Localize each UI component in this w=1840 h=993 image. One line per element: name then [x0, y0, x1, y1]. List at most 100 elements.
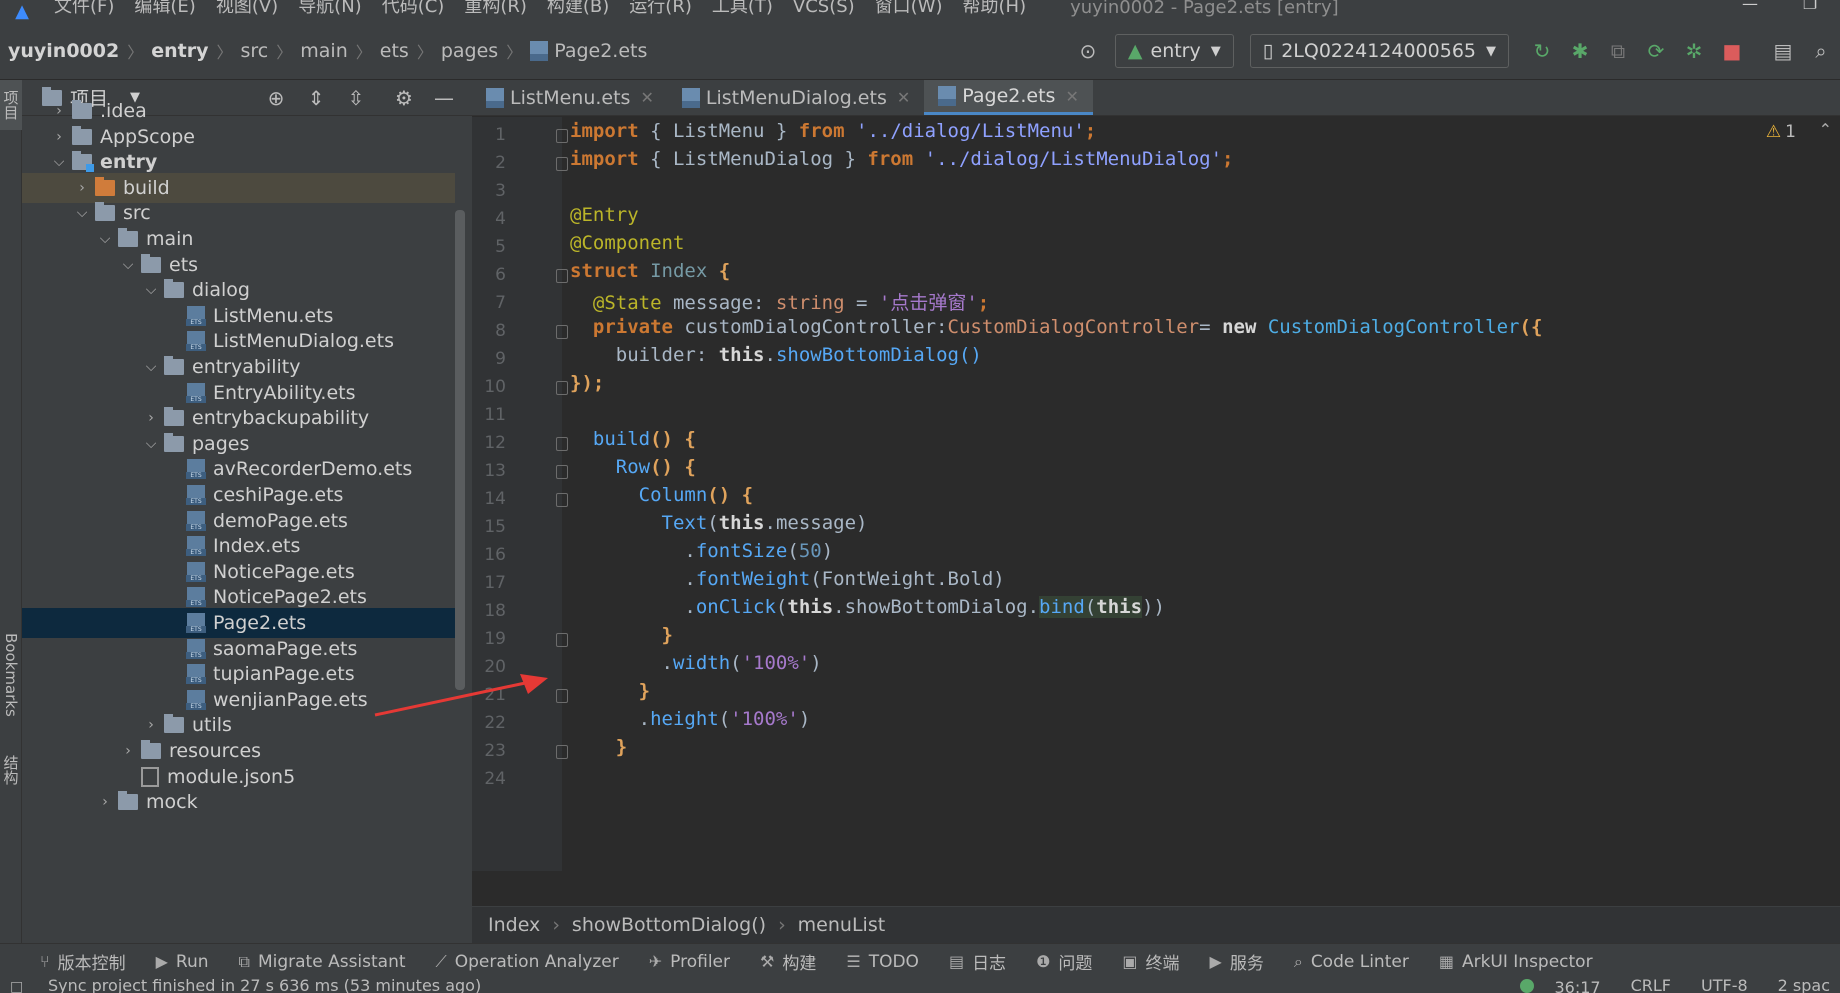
- tool-terminal[interactable]: ▣ 终端: [1122, 949, 1179, 974]
- line-separator[interactable]: CRLF: [1631, 979, 1671, 993]
- caret-position[interactable]: 36:17: [1554, 979, 1600, 993]
- list-icon: ☰: [846, 952, 861, 971]
- close-icon[interactable]: ✕: [897, 88, 910, 107]
- chevron-right-icon[interactable]: ›: [138, 410, 164, 426]
- fold-marker-icon[interactable]: [556, 129, 568, 143]
- breadcrumb-src[interactable]: src: [241, 40, 269, 62]
- tool-migrate-assistant[interactable]: ⧉ Migrate Assistant: [239, 952, 406, 972]
- tool-log[interactable]: ▤ 日志: [949, 949, 1006, 974]
- menu-navigate[interactable]: 导航(N): [288, 0, 372, 16]
- menu-view[interactable]: 视图(V): [206, 0, 288, 16]
- chevron-down-icon[interactable]: ⌵: [138, 359, 164, 375]
- menu-vcs[interactable]: VCS(S): [783, 0, 865, 16]
- tool-operation-analyzer[interactable]: ⟋ Operation Analyzer: [436, 952, 619, 972]
- chevron-down-icon[interactable]: ⌵: [46, 154, 72, 170]
- chevron-down-icon[interactable]: ⌵: [138, 282, 164, 298]
- fold-marker-icon[interactable]: [556, 465, 568, 479]
- chevron-down-icon[interactable]: ⌵: [115, 257, 141, 273]
- restore-icon[interactable]: ❐: [1780, 0, 1840, 13]
- tool-vcs[interactable]: ⑂ 版本控制: [40, 949, 126, 974]
- breadcrumb-ets[interactable]: ets: [380, 40, 409, 62]
- tool-build[interactable]: ⚒ 构建: [760, 949, 816, 974]
- tab-listmenu[interactable]: ListMenu.ets ✕: [472, 80, 668, 115]
- breadcrumb-file[interactable]: Page2.ets: [554, 40, 647, 62]
- tree-scrollbar[interactable]: [455, 210, 465, 690]
- menu-build[interactable]: 构建(B): [537, 0, 619, 16]
- code-breadcrumb-item[interactable]: showBottomDialog(): [572, 914, 766, 936]
- menu-edit[interactable]: 编辑(E): [124, 0, 205, 16]
- tool-arkui-inspector[interactable]: ▦ ArkUI Inspector: [1439, 952, 1593, 972]
- menu-window[interactable]: 窗口(W): [865, 0, 953, 16]
- breadcrumb-main[interactable]: main: [300, 40, 347, 62]
- menu-help[interactable]: 帮助(H): [953, 0, 1037, 16]
- structure-tool-tab[interactable]: 结构: [0, 740, 22, 800]
- chevron-down-icon[interactable]: ⌵: [92, 231, 118, 247]
- fold-marker-icon[interactable]: [556, 157, 568, 171]
- chevron-down-icon[interactable]: ⌵: [138, 436, 164, 452]
- chevron-right-icon[interactable]: ›: [92, 794, 118, 810]
- project-panel: 项目 ▼ ⊕ ⇕ ⇳ ⚙ — › .idea › AppScope ⌵ entry › bui…: [22, 80, 472, 943]
- file-encoding[interactable]: UTF-8: [1701, 979, 1748, 993]
- fold-marker-icon[interactable]: [556, 269, 568, 283]
- tool-problems[interactable]: ❶ 问题: [1036, 949, 1092, 974]
- fold-marker-icon[interactable]: [556, 325, 568, 339]
- app-logo-icon: ▲: [15, 0, 29, 22]
- tab-page2[interactable]: Page2.ets ✕: [924, 80, 1093, 115]
- chevron-right-icon[interactable]: ›: [115, 743, 141, 759]
- code-breadcrumb-item[interactable]: menuList: [798, 914, 886, 936]
- warning-indicator[interactable]: ⚠ 1: [1766, 122, 1796, 142]
- tree-item-label: ceshiPage.ets: [213, 484, 344, 506]
- chevron-right-icon[interactable]: ›: [138, 717, 164, 733]
- debug-attach-icon[interactable]: ✲: [1676, 33, 1712, 69]
- layout-icon[interactable]: □: [10, 979, 23, 993]
- tool-run[interactable]: ▶ Run: [156, 952, 209, 972]
- fold-marker-icon[interactable]: [556, 745, 568, 759]
- folder-icon: [72, 100, 92, 119]
- chevron-right-icon[interactable]: ›: [46, 103, 72, 119]
- tree-item-label: pages: [192, 432, 250, 455]
- indent-setting[interactable]: 2 spac: [1778, 979, 1830, 993]
- rerun-icon[interactable]: ↻: [1524, 33, 1560, 69]
- code-breadcrumb-item[interactable]: Index: [488, 914, 540, 936]
- debug-icon[interactable]: ✱: [1562, 33, 1598, 69]
- tree-item[interactable]: › mock: [22, 787, 472, 817]
- status-message[interactable]: Sync project finished in 27 s 636 ms (53…: [48, 979, 481, 993]
- fold-marker-icon[interactable]: [556, 633, 568, 647]
- minimize-icon[interactable]: —: [1720, 0, 1780, 13]
- fold-marker-icon[interactable]: [556, 689, 568, 703]
- fold-marker-icon[interactable]: [556, 493, 568, 507]
- search-icon[interactable]: ⌕: [1803, 33, 1839, 69]
- breadcrumb-module[interactable]: entry: [151, 40, 208, 62]
- tool-todo[interactable]: ☰ TODO: [846, 952, 919, 972]
- chevron-up-icon[interactable]: ⌃: [1819, 120, 1832, 139]
- device-select[interactable]: ▯ 2LQ0224124000565 ▼: [1249, 34, 1509, 68]
- menu-file[interactable]: 文件(F): [44, 0, 124, 16]
- fold-marker-icon[interactable]: [556, 437, 568, 451]
- chevron-right-icon[interactable]: ›: [69, 180, 95, 196]
- code-line: @State message: string = '点击弹窗';: [570, 292, 990, 314]
- tree-item-label: ListMenuDialog.ets: [213, 330, 394, 353]
- breadcrumb-project[interactable]: yuyin0002: [8, 40, 119, 62]
- target-icon[interactable]: ⊙: [1070, 33, 1106, 69]
- menu-run[interactable]: 运行(R): [619, 0, 702, 16]
- run-config-select[interactable]: ▲ entry ▼: [1114, 34, 1234, 68]
- close-icon[interactable]: ✕: [640, 88, 653, 107]
- tool-services[interactable]: ▶ 服务: [1210, 949, 1264, 974]
- apply-changes-icon[interactable]: ⟳: [1638, 33, 1674, 69]
- tab-listmenudialog[interactable]: ListMenuDialog.ets ✕: [668, 80, 924, 115]
- chevron-down-icon[interactable]: ⌵: [69, 205, 95, 221]
- bookmarks-tool-tab[interactable]: Bookmarks: [0, 620, 22, 730]
- breadcrumb-pages[interactable]: pages: [441, 40, 498, 62]
- close-icon[interactable]: ✕: [1065, 87, 1078, 106]
- chevron-right-icon[interactable]: ›: [46, 129, 72, 145]
- menu-code[interactable]: 代码(C): [372, 0, 455, 16]
- device-manager-icon[interactable]: ▤: [1765, 33, 1801, 69]
- menu-tools[interactable]: 工具(T): [702, 0, 783, 16]
- fold-marker-icon[interactable]: [556, 381, 568, 395]
- tool-code-linter[interactable]: ⌕ Code Linter: [1294, 952, 1409, 972]
- stop-icon[interactable]: ■: [1714, 33, 1750, 69]
- project-tool-tab[interactable]: 项目: [0, 80, 22, 130]
- menu-refactor[interactable]: 重构(R): [454, 0, 537, 16]
- tool-profiler[interactable]: ✈ Profiler: [649, 952, 730, 972]
- attach-debugger-icon[interactable]: ⧉: [1600, 33, 1636, 69]
